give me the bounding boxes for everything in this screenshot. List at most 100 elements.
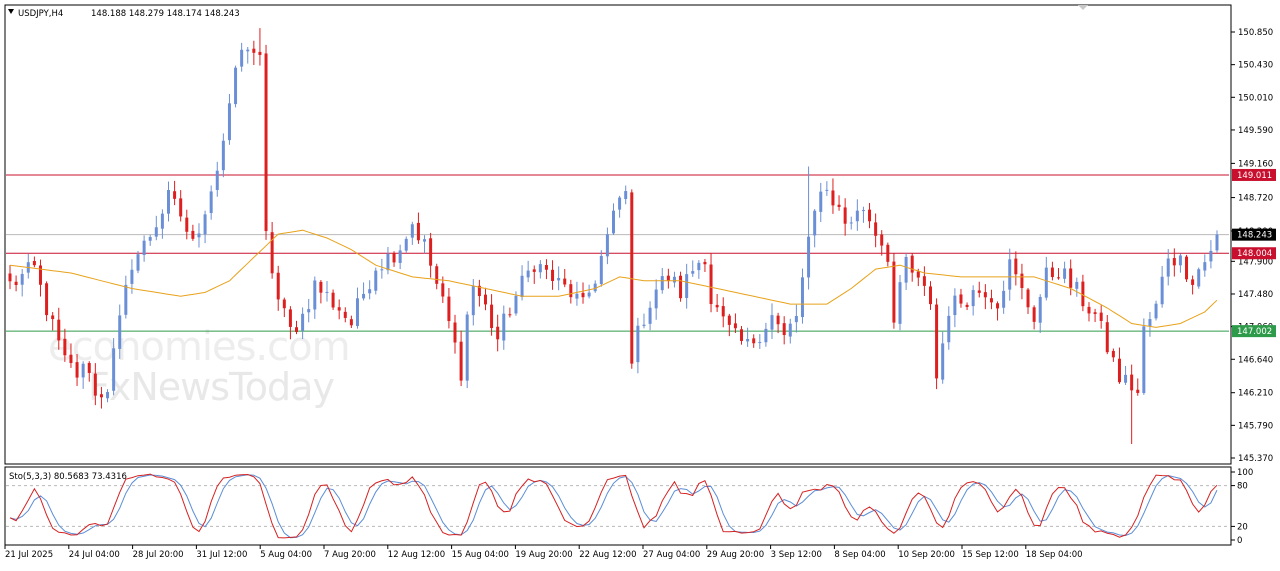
candle-body bbox=[20, 273, 24, 285]
candle-body bbox=[709, 264, 713, 305]
candle-body bbox=[794, 315, 798, 323]
candle-body bbox=[819, 191, 823, 212]
price-tick-label: 149.160 bbox=[1238, 159, 1273, 169]
candle-body bbox=[1136, 389, 1140, 393]
candle-body bbox=[215, 170, 219, 190]
candle-body bbox=[276, 272, 280, 300]
candle-body bbox=[538, 264, 542, 273]
candle-body bbox=[1197, 269, 1201, 287]
price-tick-label: 146.210 bbox=[1238, 389, 1273, 399]
candle-body bbox=[514, 295, 518, 314]
candle-body bbox=[587, 292, 591, 297]
price-tick-label: 150.850 bbox=[1238, 28, 1273, 38]
candle-body bbox=[746, 339, 750, 342]
candle-body bbox=[971, 290, 975, 307]
time-tick-label: 29 Aug 20:00 bbox=[707, 550, 764, 560]
candle-body bbox=[32, 260, 36, 266]
candle-body bbox=[1178, 255, 1182, 266]
stochastic-signal-line bbox=[9, 474, 1218, 539]
price-label-support: 147.002 bbox=[1237, 327, 1272, 337]
candle-body bbox=[691, 271, 695, 274]
candle-body bbox=[831, 190, 835, 206]
candle-body bbox=[740, 329, 744, 341]
time-tick-label: 24 Jul 04:00 bbox=[69, 550, 120, 560]
candle-body bbox=[368, 289, 372, 294]
symbol-menu-icon[interactable] bbox=[8, 9, 14, 14]
candle-body bbox=[904, 256, 908, 283]
candle-body bbox=[441, 283, 445, 297]
candle-body bbox=[569, 284, 573, 298]
candle-body bbox=[1105, 322, 1109, 353]
candle-body bbox=[928, 286, 932, 305]
ohlc-values: 148.188 148.279 148.174 148.243 bbox=[91, 9, 240, 19]
time-tick-label: 22 Aug 12:00 bbox=[579, 550, 636, 560]
candle-body bbox=[246, 49, 250, 52]
time-tick-label: 19 Aug 20:00 bbox=[515, 550, 572, 560]
candle-body bbox=[1099, 312, 1103, 321]
candle-body bbox=[666, 275, 670, 282]
candle-body bbox=[1014, 258, 1018, 275]
candle-body bbox=[93, 373, 97, 396]
candle-body bbox=[520, 275, 524, 297]
candle-body bbox=[398, 250, 402, 263]
candle-body bbox=[715, 304, 719, 308]
candle-body bbox=[758, 342, 762, 344]
candle-body bbox=[1020, 273, 1024, 289]
candle-body bbox=[532, 269, 536, 272]
candle-body bbox=[355, 298, 359, 326]
time-tick-label: 5 Aug 04:00 bbox=[260, 550, 312, 560]
candle-body bbox=[648, 307, 652, 324]
stochastic-plot bbox=[6, 473, 1229, 539]
candle-body bbox=[453, 322, 457, 343]
candle-body bbox=[203, 214, 207, 235]
candle-body bbox=[1124, 374, 1128, 383]
candle-body bbox=[996, 303, 1000, 309]
candle-body bbox=[160, 213, 164, 229]
candle-body bbox=[642, 324, 646, 326]
candle-body bbox=[1050, 267, 1054, 278]
candle-body bbox=[124, 284, 128, 315]
price-chart[interactable]: economies.com FxNewsToday USDJPY,H4 148.… bbox=[0, 0, 1280, 567]
time-tick-label: 15 Aug 04:00 bbox=[452, 550, 509, 560]
candle-body bbox=[1191, 279, 1195, 285]
candle-body bbox=[295, 327, 299, 332]
candle-body bbox=[234, 67, 238, 105]
candle-body bbox=[1057, 277, 1061, 279]
candle-body bbox=[776, 315, 780, 325]
candle-body bbox=[1026, 289, 1030, 308]
candle-body bbox=[154, 227, 158, 237]
candle-body bbox=[721, 306, 725, 317]
candle-body bbox=[861, 210, 865, 212]
candle-body bbox=[697, 262, 701, 271]
candle-body bbox=[813, 210, 817, 236]
candle-body bbox=[459, 341, 463, 381]
candle-body bbox=[1142, 326, 1146, 394]
candle-body bbox=[45, 283, 49, 316]
candle-body bbox=[843, 207, 847, 224]
candle-body bbox=[605, 234, 609, 257]
candle-body bbox=[331, 292, 335, 308]
candle-body bbox=[69, 354, 73, 364]
candle-body bbox=[1185, 256, 1189, 280]
candle-body bbox=[191, 230, 195, 239]
candle-body bbox=[947, 315, 951, 343]
chart-canvas[interactable]: economies.com FxNewsToday USDJPY,H4 148.… bbox=[0, 0, 1280, 567]
time-tick-label: 8 Sep 04:00 bbox=[834, 550, 885, 560]
candle-body bbox=[1215, 234, 1219, 251]
candle-body bbox=[1069, 268, 1073, 288]
candle-body bbox=[752, 338, 756, 344]
candle-body bbox=[465, 314, 469, 381]
candle-body bbox=[685, 274, 689, 298]
candle-body bbox=[490, 304, 494, 329]
candle-body bbox=[807, 236, 811, 278]
watermark-line2: FxNewsToday bbox=[88, 365, 334, 409]
shift-marker-icon[interactable] bbox=[1078, 5, 1088, 10]
candle-body bbox=[727, 315, 731, 325]
candle-body bbox=[892, 261, 896, 323]
candle-body bbox=[337, 307, 341, 311]
candle-body bbox=[502, 313, 506, 341]
candle-body bbox=[941, 343, 945, 380]
candle-body bbox=[471, 285, 475, 316]
price-tick-label: 145.790 bbox=[1238, 421, 1273, 431]
price-tick-label: 148.720 bbox=[1238, 194, 1273, 204]
